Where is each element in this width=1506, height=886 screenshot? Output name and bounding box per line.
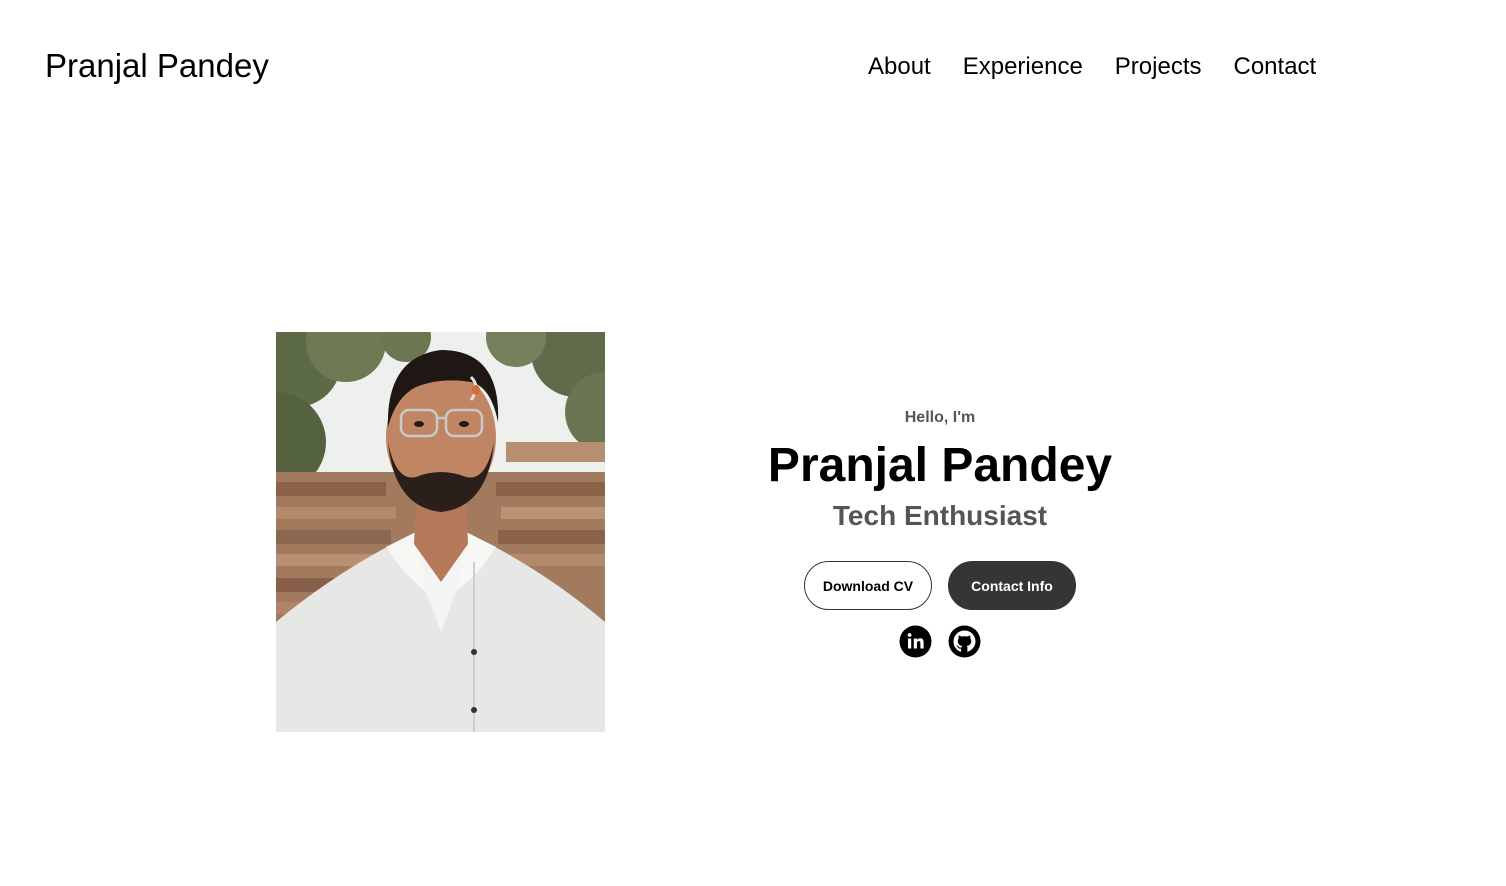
top-navigation: Pranjal Pandey About Experience Projects… (0, 0, 1506, 135)
hero-buttons: Download CV Contact Info (804, 561, 1076, 610)
profile-photo-illustration (276, 332, 605, 732)
contact-info-button[interactable]: Contact Info (948, 561, 1076, 610)
social-links (899, 625, 981, 658)
profile-photo (276, 332, 605, 732)
site-logo[interactable]: Pranjal Pandey (45, 44, 269, 88)
github-icon[interactable] (948, 625, 981, 658)
nav-link-about[interactable]: About (868, 50, 931, 84)
linkedin-icon[interactable] (899, 625, 932, 658)
nav-link-contact[interactable]: Contact (1234, 50, 1317, 84)
hero-name: Pranjal Pandey (767, 439, 1113, 492)
hero-section: Hello, I'm Pranjal Pandey Tech Enthusias… (640, 400, 1240, 536)
nav-link-experience[interactable]: Experience (963, 50, 1083, 84)
hero-subtitle: Tech Enthusiast (832, 500, 1048, 531)
nav-links: About Experience Projects Contact (868, 50, 1316, 84)
download-cv-button[interactable]: Download CV (804, 561, 932, 610)
nav-link-projects[interactable]: Projects (1115, 50, 1202, 84)
greeting-text: Hello, I'm (904, 409, 976, 426)
